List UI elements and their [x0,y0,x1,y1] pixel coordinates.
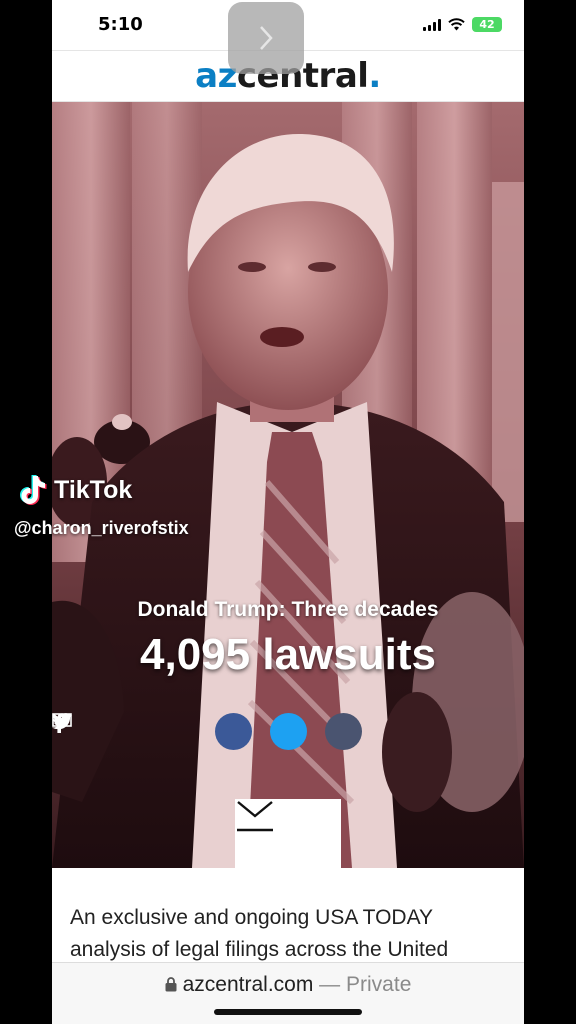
status-time: 5:10 [98,14,143,35]
address-separator: — [313,973,347,996]
hero-title: 4,095 lawsuits [140,630,436,679]
status-icons: 42 [423,17,502,32]
battery-level: 42 [479,18,495,31]
share-email-button[interactable] [52,713,362,750]
battery-icon: 42 [472,17,502,32]
share-buttons [52,713,524,750]
share-twitter-button[interactable] [52,713,307,750]
tiktok-brand: TikTok [54,475,133,504]
article-body: An exclusive and ongoing USA TODAY analy… [52,868,524,962]
tiktok-handle: @charon_riverofstix [14,518,189,538]
browser-address-bar[interactable]: azcentral.com — Private [52,962,524,1024]
article-intro: An exclusive and ongoing USA TODAY analy… [70,906,449,961]
scroll-down-button[interactable] [235,799,341,868]
hero-subtitle: Donald Trump: Three decades [137,598,439,621]
logo-dot: . [368,56,381,96]
tiktok-logo: TikTok [18,474,132,506]
floating-forward-button[interactable] [228,2,304,74]
chevron-down-icon [237,801,273,832]
home-indicator[interactable] [214,1009,362,1015]
phone-screen: 5:10 42 azcentral. Donald Trump: Three d… [52,0,524,1024]
address-text[interactable]: azcentral.com — Private [52,973,524,997]
share-facebook-button[interactable] [54,713,252,750]
lock-icon [165,977,177,992]
mail-icon [52,713,72,727]
private-mode-label: Private [346,973,412,996]
tiktok-icon [20,475,47,505]
cellular-signal-icon [423,18,441,31]
tiktok-watermark: TikTok [18,474,132,506]
chevron-right-icon [260,26,273,50]
address-domain: azcentral.com [182,973,314,996]
wifi-icon [448,18,465,31]
